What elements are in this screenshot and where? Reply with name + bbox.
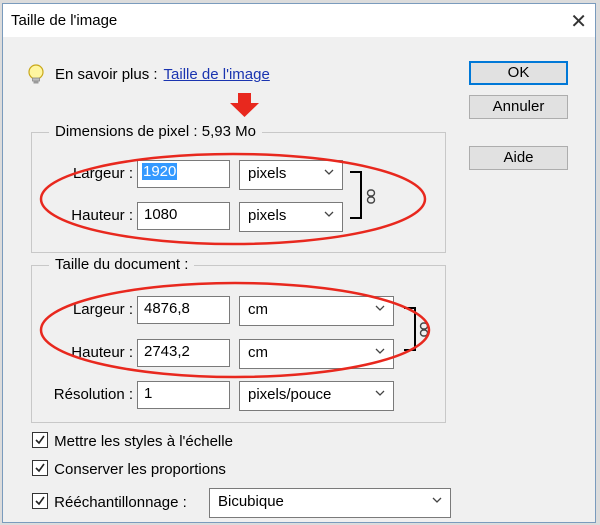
cancel-button[interactable]: Annuler xyxy=(469,95,568,119)
doc-height-unit: cm xyxy=(248,344,268,361)
resolution-input[interactable]: 1 xyxy=(137,381,230,409)
doc-height-label: Hauteur : xyxy=(71,344,133,361)
doc-width-unit-select[interactable]: cm xyxy=(239,296,394,326)
doc-width-unit: cm xyxy=(248,301,268,318)
pixel-width-unit: pixels xyxy=(248,165,287,182)
lightbulb-icon xyxy=(28,64,44,84)
doc-height-input[interactable]: 2743,2 xyxy=(137,339,230,367)
resolution-unit-select[interactable]: pixels/pouce xyxy=(239,381,394,411)
chain-link-icon[interactable] xyxy=(419,322,429,338)
doc-width-value: 4876,8 xyxy=(144,300,190,317)
document-size-legend: Taille du document : xyxy=(49,256,195,273)
chevron-down-icon xyxy=(432,497,442,503)
resample-method: Bicubique xyxy=(218,493,284,510)
pixel-height-unit: pixels xyxy=(248,207,287,224)
pixel-dimensions-legend: Dimensions de pixel : 5,93 Mo xyxy=(49,123,262,140)
ok-button[interactable]: OK xyxy=(469,61,568,85)
help-link[interactable]: Taille de l'image xyxy=(164,66,270,83)
dialog-title: Taille de l'image xyxy=(11,12,118,29)
constrain-proportions-checkbox[interactable]: Conserver les proportions xyxy=(32,460,226,478)
resample-checkbox[interactable]: Rééchantillonnage : xyxy=(32,493,187,511)
chevron-down-icon xyxy=(375,348,385,354)
doc-width-label: Largeur : xyxy=(72,301,133,318)
doc-height-unit-select[interactable]: cm xyxy=(239,339,394,369)
resample-method-select[interactable]: Bicubique xyxy=(209,488,451,518)
pixel-width-unit-select[interactable]: pixels xyxy=(239,160,343,190)
pixel-height-unit-select[interactable]: pixels xyxy=(239,202,343,232)
resolution-label: Résolution : xyxy=(53,386,133,403)
pixel-width-input[interactable]: 1920 xyxy=(137,160,230,188)
pixel-width-label: Largeur : xyxy=(72,165,133,182)
chevron-down-icon xyxy=(375,305,385,311)
scale-styles-label: Mettre les styles à l'échelle xyxy=(54,433,233,450)
resample-label: Rééchantillonnage : xyxy=(54,494,187,511)
chevron-down-icon xyxy=(375,390,385,396)
chain-link-icon[interactable] xyxy=(366,189,376,205)
resolution-value: 1 xyxy=(144,385,153,402)
chevron-down-icon xyxy=(324,169,334,175)
help-button[interactable]: Aide xyxy=(469,146,568,170)
doc-width-input[interactable]: 4876,8 xyxy=(137,296,230,324)
pixel-width-value: 1920 xyxy=(142,163,178,180)
constrain-proportions-label: Conserver les proportions xyxy=(54,461,226,478)
pixel-height-value: 1080 xyxy=(144,206,178,223)
learn-more-label: En savoir plus : xyxy=(55,66,158,83)
doc-height-value: 2743,2 xyxy=(144,343,190,360)
checkbox-checked-icon xyxy=(32,460,48,476)
resolution-unit: pixels/pouce xyxy=(248,386,332,403)
chevron-down-icon xyxy=(324,211,334,217)
scale-styles-checkbox[interactable]: Mettre les styles à l'échelle xyxy=(32,432,233,450)
checkbox-checked-icon xyxy=(32,432,48,448)
checkbox-checked-icon xyxy=(32,493,48,509)
image-size-dialog: Taille de l'image ✕ En savoir plus : Tail… xyxy=(2,3,596,523)
pixel-height-label: Hauteur : xyxy=(71,207,133,224)
pixel-height-input[interactable]: 1080 xyxy=(137,202,230,230)
close-button[interactable]: ✕ xyxy=(570,9,587,34)
title-bar: Taille de l'image ✕ xyxy=(3,4,595,37)
pixel-dimensions-group xyxy=(31,132,446,253)
